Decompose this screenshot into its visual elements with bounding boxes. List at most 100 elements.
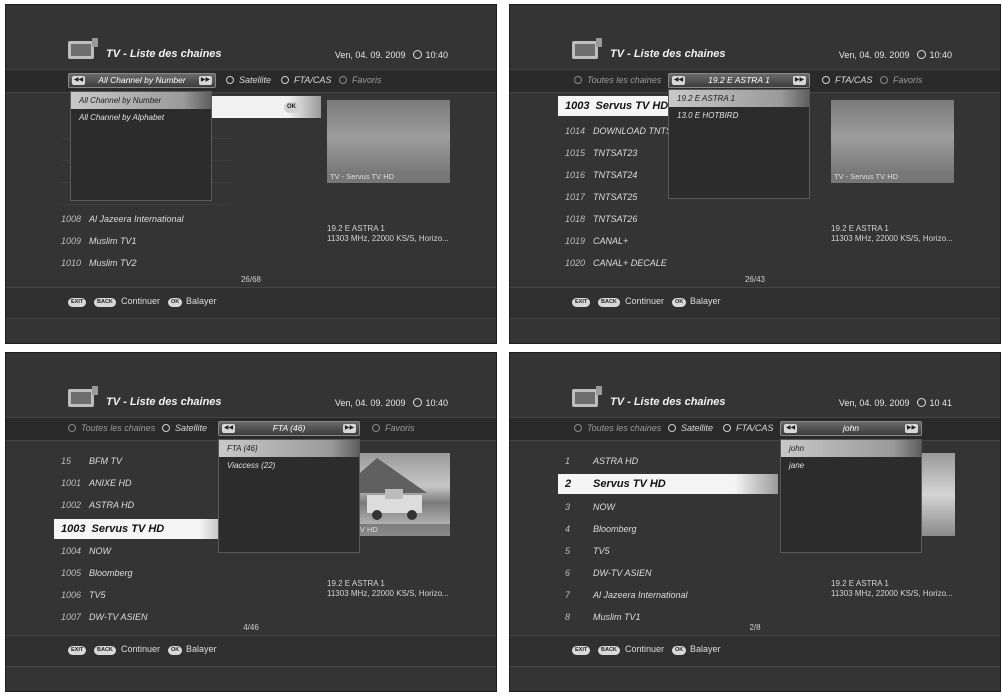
channel-name: NOW <box>593 502 615 512</box>
dropdown-item[interactable]: FTA (46) <box>219 440 359 457</box>
tab-satellite[interactable]: Satellite <box>226 75 271 85</box>
back-button-icon[interactable]: BACK <box>94 646 116 655</box>
channel-row[interactable]: 1019 CANAL+ <box>565 231 735 251</box>
date-text: Ven, 04. 09. 2009 <box>334 398 406 408</box>
next-arrow-icon[interactable]: ▶▶ <box>199 76 212 85</box>
exit-button-icon[interactable]: EXIT <box>572 646 591 655</box>
ok-button-icon[interactable]: OK <box>168 298 183 307</box>
channel-row-selected[interactable]: 1003 Servus TV HD <box>54 519 236 539</box>
channel-row[interactable]: 1005 Bloomberg <box>61 563 231 583</box>
continue-label: Continuer <box>625 296 665 306</box>
ok-button-icon[interactable]: OK <box>168 646 183 655</box>
sort-selector[interactable]: ◀◀ All Channel by Number ▶▶ <box>68 73 216 88</box>
dropdown-item[interactable]: All Channel by Alphabet <box>71 109 211 126</box>
prev-arrow-icon[interactable]: ◀◀ <box>222 424 235 433</box>
next-arrow-icon[interactable]: ▶▶ <box>793 76 806 85</box>
channel-row[interactable]: 3 NOW <box>565 497 735 517</box>
dropdown-item[interactable]: 13.0 E HOTBIRD <box>669 107 809 124</box>
channel-name: TV5 <box>593 546 610 556</box>
channel-name: CANAL+ <box>593 236 629 246</box>
prev-arrow-icon[interactable]: ◀◀ <box>784 424 797 433</box>
tv-icon <box>68 38 98 59</box>
ok-button-icon[interactable]: OK <box>672 646 687 655</box>
tab-ftacas[interactable]: FTA/CAS <box>822 75 872 85</box>
sat-name: 19.2 E ASTRA 1 <box>327 579 385 588</box>
radio-icon <box>162 424 170 432</box>
ftacas-selector[interactable]: ◀◀ FTA (46) ▶▶ <box>218 421 360 436</box>
channel-row[interactable]: 1 ASTRA HD <box>565 451 735 471</box>
channel-number: 1015 <box>565 148 586 158</box>
filter-bar: Toutes les chaines Satellite FTA/CAS ◀◀ … <box>510 417 1000 441</box>
exit-button-icon[interactable]: EXIT <box>68 298 87 307</box>
tab-toutes[interactable]: Toutes les chaines <box>574 423 661 433</box>
radio-icon <box>880 76 888 84</box>
channel-number: 4 <box>565 524 571 534</box>
channel-row[interactable]: 1009 Muslim TV1 <box>61 231 231 251</box>
selector-value: 19.2 E ASTRA 1 <box>708 75 770 85</box>
dropdown-item[interactable]: 19.2 E ASTRA 1 <box>669 90 809 107</box>
page-counter: 2/8 <box>749 623 761 632</box>
next-arrow-icon[interactable]: ▶▶ <box>905 424 918 433</box>
channel-row[interactable]: 1006 TV5 <box>61 585 231 605</box>
favorites-selector[interactable]: ◀◀ john ▶▶ <box>780 421 922 436</box>
channel-row[interactable]: 1004 NOW <box>61 541 231 561</box>
channel-name: TNTSAT24 <box>593 170 638 180</box>
tab-label: Toutes les chaines <box>81 423 156 433</box>
preview-video: TV - Servus TV HD <box>831 100 954 183</box>
tab-favoris[interactable]: Favoris <box>880 75 923 85</box>
channel-row[interactable]: 4 Bloomberg <box>565 519 735 539</box>
tab-toutes[interactable]: Toutes les chaines <box>574 75 661 85</box>
tab-favoris[interactable]: Favoris <box>339 75 382 85</box>
channel-row[interactable]: 1010 Muslim TV2 <box>61 253 231 273</box>
footer-bar: EXIT BACK Continuer OK Balayer <box>6 287 496 319</box>
channel-row[interactable]: 1008 Al Jazeera International <box>61 209 231 229</box>
ok-button-icon[interactable]: OK <box>672 298 687 307</box>
channel-number: 2 <box>565 478 572 490</box>
dropdown-item[interactable]: jane <box>781 457 921 474</box>
back-button-icon[interactable]: BACK <box>94 298 116 307</box>
channel-row[interactable]: 1001 ANIXE HD <box>61 473 231 493</box>
sat-params: 11303 MHz, 22000 KS/S, Horizo... <box>831 589 953 598</box>
tab-ftacas[interactable]: FTA/CAS <box>723 423 773 433</box>
channel-number: 1002 <box>61 500 82 510</box>
prev-arrow-icon[interactable]: ◀◀ <box>72 76 85 85</box>
ftacas-dropdown: FTA (46) Viaccess (22) <box>218 439 360 553</box>
exit-button-icon[interactable]: EXIT <box>572 298 591 307</box>
dropdown-item[interactable]: john <box>781 440 921 457</box>
sat-name: 19.2 E ASTRA 1 <box>831 224 889 233</box>
next-arrow-icon[interactable]: ▶▶ <box>343 424 356 433</box>
tab-label: Satellite <box>681 423 714 433</box>
back-button-icon[interactable]: BACK <box>598 298 620 307</box>
channel-name: Servus TV HD <box>91 523 165 535</box>
selected-row[interactable] <box>211 96 321 118</box>
channel-row[interactable]: 5 TV5 <box>565 541 735 561</box>
channel-name: Muslim TV1 <box>89 236 137 246</box>
channel-name: Muslim TV2 <box>89 258 137 268</box>
channel-row[interactable]: 7 Al Jazeera International <box>565 585 735 605</box>
prev-arrow-icon[interactable]: ◀◀ <box>672 76 685 85</box>
dropdown-item[interactable]: Viaccess (22) <box>219 457 359 474</box>
ok-button-icon[interactable]: OK <box>284 102 299 113</box>
channel-number: 1004 <box>61 546 82 556</box>
channel-row[interactable]: 1002 ASTRA HD <box>61 495 231 515</box>
tab-satellite[interactable]: Satellite <box>668 423 713 433</box>
tab-toutes[interactable]: Toutes les chaines <box>68 423 155 433</box>
tab-favoris[interactable]: Favoris <box>372 423 415 433</box>
back-button-icon[interactable]: BACK <box>598 646 620 655</box>
channel-number: 1017 <box>565 192 586 202</box>
channel-row-selected[interactable]: 2 Servus TV HD <box>558 474 778 494</box>
channel-row[interactable]: 1020 CANAL+ DECALE <box>565 253 735 273</box>
satellite-selector[interactable]: ◀◀ 19.2 E ASTRA 1 ▶▶ <box>668 73 810 88</box>
channel-name: NOW <box>89 546 111 556</box>
channel-number: 1020 <box>565 258 586 268</box>
channel-row[interactable]: 6 DW-TV ASIEN <box>565 563 735 583</box>
channel-row[interactable]: 15 BFM TV <box>61 451 231 471</box>
exit-button-icon[interactable]: EXIT <box>68 646 87 655</box>
footer-bar: EXIT BACK Continuer OK Balayer <box>510 635 1000 667</box>
tab-ftacas[interactable]: FTA/CAS <box>281 75 331 85</box>
channel-row[interactable]: 1018 TNTSAT26 <box>565 209 735 229</box>
dropdown-item[interactable]: All Channel by Number <box>71 92 211 109</box>
tab-label: Toutes les chaines <box>587 423 662 433</box>
channel-number: 1003 <box>565 100 590 112</box>
tab-satellite[interactable]: Satellite <box>162 423 207 433</box>
